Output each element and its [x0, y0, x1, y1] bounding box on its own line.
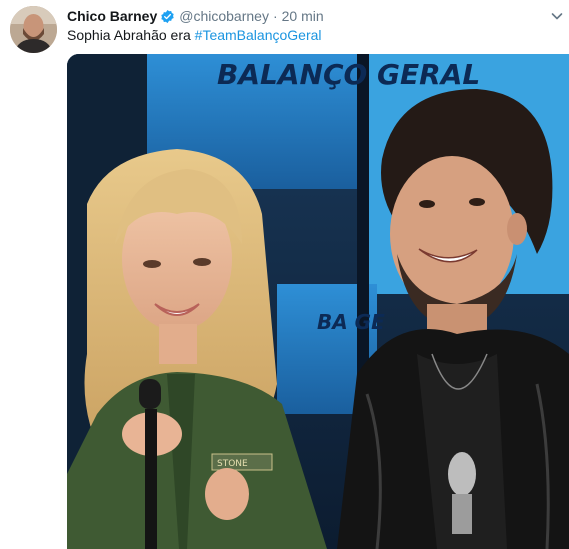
backdrop-text-2: BA GE [317, 310, 385, 334]
tweet-card[interactable]: Chico Barney @chicobarney · 20 min Sophi… [0, 0, 569, 549]
hashtag-link[interactable]: #TeamBalançoGeral [195, 27, 322, 43]
photo-image: BALANÇO GERAL BA GE STONE [67, 54, 569, 549]
tweet-text-body: Sophia Abrahão era [67, 27, 195, 43]
avatar-image [10, 6, 57, 53]
tweet-text: Sophia Abrahão era #TeamBalançoGeral [67, 26, 322, 44]
author-display-name[interactable]: Chico Barney [67, 8, 157, 24]
verified-badge-icon [160, 9, 175, 24]
chevron-down-icon[interactable] [549, 8, 565, 24]
backdrop-text-1: BALANÇO GERAL [217, 58, 480, 91]
author-handle[interactable]: @chicobarney [179, 8, 269, 24]
tweet-photo[interactable]: BALANÇO GERAL BA GE STONE [67, 54, 569, 549]
tweet-header: Chico Barney @chicobarney · 20 min [67, 6, 324, 26]
avatar[interactable] [10, 6, 57, 53]
tweet-timestamp[interactable]: 20 min [282, 8, 324, 24]
header-separator: · [272, 8, 278, 24]
shirt-patch-text: STONE [217, 459, 248, 469]
